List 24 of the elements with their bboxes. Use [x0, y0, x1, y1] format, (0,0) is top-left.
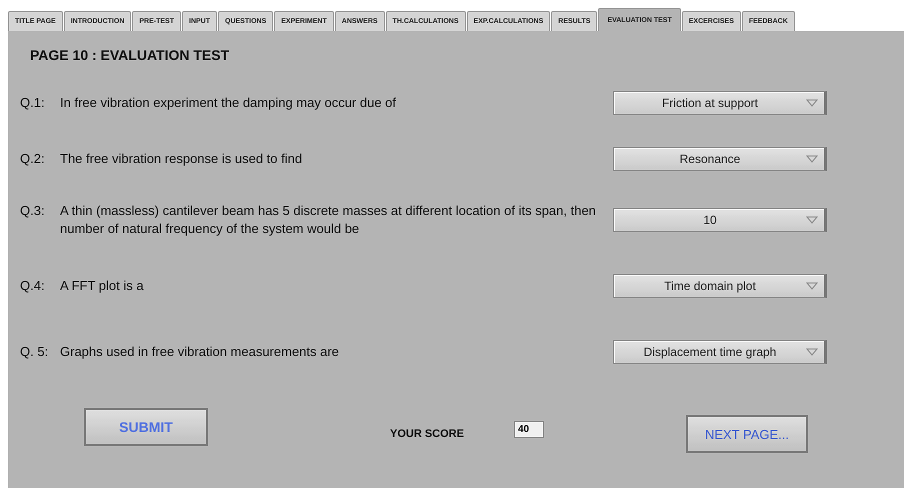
question-text: In free vibration experiment the damping may occur due of	[60, 94, 398, 112]
question-text: The free vibration response is used to find	[60, 150, 304, 168]
answer-dropdown[interactable]: Displacement time graph	[613, 340, 827, 364]
answer-dropdown[interactable]: Time domain plot	[613, 274, 827, 298]
caret-icon	[806, 282, 818, 290]
caret-icon	[806, 99, 818, 107]
score-field: 40	[514, 420, 544, 438]
caret-icon	[806, 348, 818, 356]
question-number: Q.1:	[20, 94, 46, 112]
question-number: Q. 5:	[20, 343, 50, 361]
answer-dropdown[interactable]: 10	[613, 208, 827, 232]
answer-dropdown[interactable]: Resonance	[613, 147, 827, 171]
question-text: A FFT plot is a	[60, 277, 145, 295]
question-number: Q.3:	[20, 202, 46, 220]
question-text: A thin (massless) cantilever beam has 5 discrete masses at different location of its span, then number of natural frequency of the system would be	[60, 202, 597, 238]
answer-dropdown[interactable]: Friction at support	[613, 91, 827, 115]
question-number: Q.2:	[20, 150, 46, 168]
caret-icon	[806, 216, 818, 224]
score-label: YOUR SCORE	[390, 428, 464, 440]
page-title: PAGE 10 : EVALUATION TEST	[30, 47, 230, 63]
question-number: Q.4:	[20, 277, 46, 295]
caret-icon	[806, 155, 818, 163]
question-text: Graphs used in free vibration measurements are	[60, 343, 340, 361]
next-page-button[interactable]: NEXT PAGE...	[686, 415, 808, 453]
